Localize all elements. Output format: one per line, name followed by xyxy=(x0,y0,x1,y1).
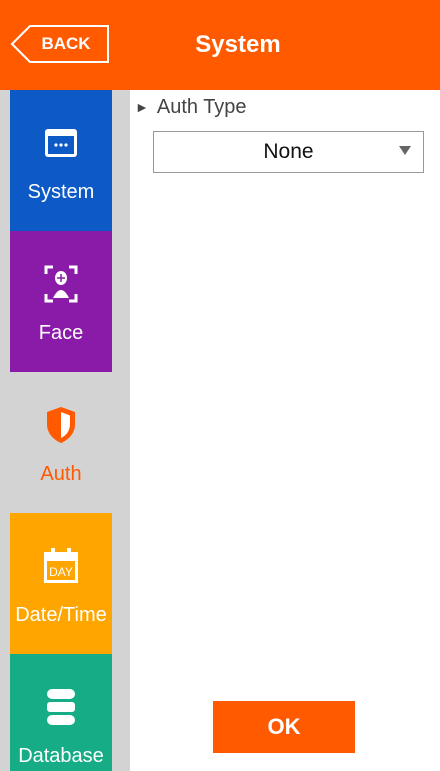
sidebar-item-system[interactable]: System xyxy=(10,90,112,231)
back-button[interactable]: BACK xyxy=(10,25,110,63)
sidebar-item-face[interactable]: Face xyxy=(10,231,112,372)
auth-type-select[interactable]: None xyxy=(153,131,424,173)
sidebar-item-label: Face xyxy=(38,322,84,344)
shield-icon xyxy=(41,405,81,445)
back-label: BACK xyxy=(41,34,91,53)
header-bar: BACK System xyxy=(0,0,440,90)
sidebar-item-label: Database xyxy=(18,745,104,767)
sidebar: System Face Auth DAY Date/Time Database xyxy=(0,90,112,771)
page-title: System xyxy=(195,31,281,58)
sidebar-item-auth[interactable]: Auth xyxy=(10,372,112,513)
face-scan-icon xyxy=(41,264,81,304)
sidebar-item-label: Auth xyxy=(40,463,82,485)
database-icon xyxy=(41,687,81,727)
calendar-dots-icon xyxy=(41,123,81,163)
calendar-day-text: DAY xyxy=(49,565,73,579)
auth-type-value: None xyxy=(263,140,314,163)
ok-button[interactable]: OK xyxy=(213,701,355,753)
triangle-right-icon: ► xyxy=(135,99,149,115)
sidebar-item-date-time[interactable]: DAY Date/Time xyxy=(10,513,112,654)
calendar-day-icon: DAY xyxy=(41,546,81,586)
auth-type-label: ► Auth Type xyxy=(135,94,247,120)
sidebar-item-label: System xyxy=(27,181,95,203)
sidebar-item-label: Date/Time xyxy=(15,604,107,626)
sidebar-divider xyxy=(112,90,130,771)
dropdown-caret-icon xyxy=(399,146,411,155)
sidebar-item-database[interactable]: Database xyxy=(10,654,112,771)
auth-type-label-text: Auth Type xyxy=(156,95,247,118)
